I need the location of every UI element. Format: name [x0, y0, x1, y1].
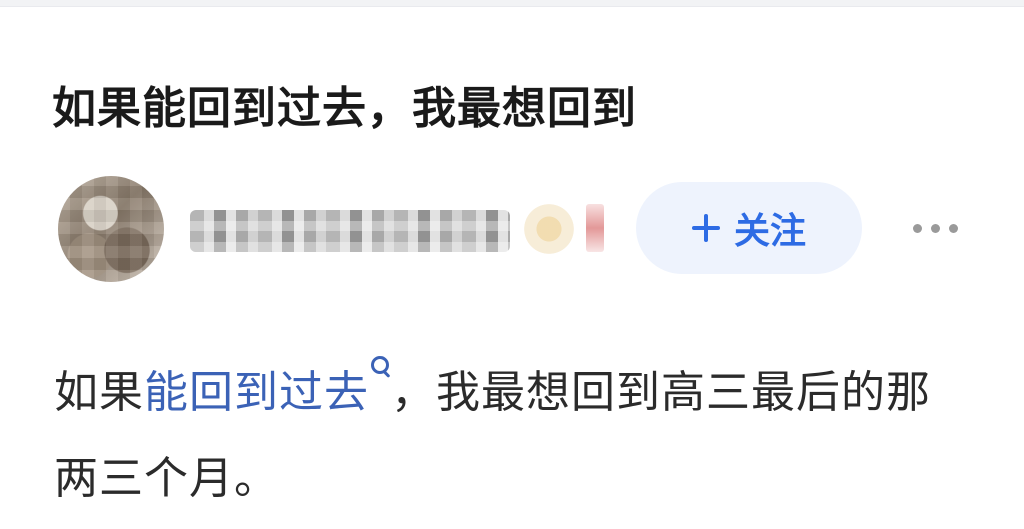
more-dot-icon — [930, 223, 940, 233]
author-badge-icon — [520, 200, 578, 258]
author-row: 关注 — [0, 168, 1024, 288]
search-icon — [371, 356, 391, 380]
more-dot-icon — [948, 223, 958, 233]
author-username-blurred[interactable] — [190, 210, 510, 252]
answer-card: 如果能回到过去，我最想回到 关注 如果能回到过去 ，我最想回到高三最后的那两三个月… — [0, 0, 1024, 529]
keyword-search-link[interactable]: 能回到过去 — [144, 356, 391, 418]
follow-button[interactable]: 关注 — [636, 182, 862, 274]
more-dot-icon — [912, 223, 922, 233]
answer-text: 如果能回到过去 ，我最想回到高三最后的那两三个月。 — [54, 350, 974, 522]
answer-prefix: 如果 — [54, 367, 144, 418]
author-badge-mark — [586, 204, 604, 252]
follow-label: 关注 — [733, 210, 806, 251]
keyword-label: 能回到过去 — [144, 367, 369, 418]
top-divider — [0, 0, 1024, 7]
more-options-button[interactable] — [900, 208, 970, 248]
plus-icon — [691, 214, 720, 242]
author-avatar[interactable] — [58, 176, 164, 282]
question-title[interactable]: 如果能回到过去，我最想回到 — [52, 72, 637, 136]
